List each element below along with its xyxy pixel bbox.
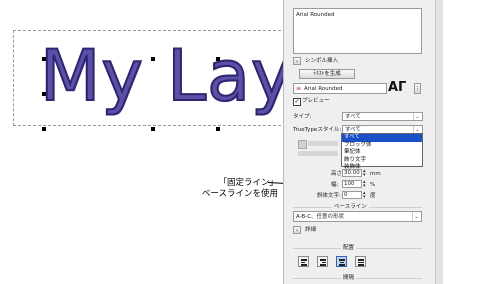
design-canvas[interactable]: My Lay 「固定ライン」 ベースラインを使用 [0,0,298,284]
width-label: 幅: [331,182,339,188]
width-input[interactable]: 100 [342,180,362,188]
chevron-left-icon[interactable]: ‹ [293,226,301,234]
spacing-header: 間隔 [341,275,357,282]
slant-label: 斜体文字: [317,193,341,199]
preview-checkbox[interactable]: ✓ [293,98,301,106]
chevron-down-icon: ⌄ [413,113,421,120]
align-justify-button[interactable] [355,256,366,267]
selection-handle[interactable] [216,57,220,61]
slant-input[interactable]: 0 [342,191,362,199]
callout-line-1: 「固定ライン」 [218,178,278,188]
selection-handle[interactable] [42,127,46,131]
dropdown-option[interactable]: 筆記体 [342,149,422,157]
truetype-style-dropdown-list[interactable]: すべて ブロック体 筆記体 飾り文字 装飾体 [341,133,423,170]
type-label: タイプ: [293,114,312,120]
disabled-label [298,151,338,156]
chevron-down-icon: ⌄ [413,126,421,133]
chevron-down-icon: ⌄ [412,212,420,221]
lettering-text-area[interactable]: Arial Rounded [293,8,422,54]
align-header: 配置 [341,245,357,252]
slant-unit: 度 [370,193,376,199]
dropdown-option[interactable]: 飾り文字 [342,157,422,165]
dropdown-option[interactable]: ブロック体 [342,142,422,150]
font-preview: AΓ [388,80,407,95]
disabled-button [298,140,307,149]
baseline-dropdown[interactable]: A-B-C、任意の形状 ⌄ [293,211,422,222]
text-area-value: Arial Rounded [296,12,335,18]
font-name: Arial Rounded [304,86,343,92]
width-stepper[interactable]: ▴ ▾ [363,180,366,189]
divider [293,278,422,279]
selection-handle[interactable] [42,92,46,96]
slant-stepper[interactable]: ▴ ▾ [363,191,366,200]
height-unit: mm [370,171,381,177]
dropdown-option[interactable]: 装飾体 [342,164,422,172]
advanced-label[interactable]: 詳細 [305,227,316,234]
chevron-left-icon[interactable]: ‹ [293,57,301,65]
width-unit: % [370,182,376,188]
slant-value: 0 [344,192,348,198]
width-value: 100 [344,181,355,187]
truetype-style-label: TrueTypeスタイル: [293,127,342,133]
preview-label: プレビュー [302,98,330,104]
font-selector[interactable]: ≡ Arial Rounded [293,83,387,94]
baseline-value: A-B-C、任意の形状 [296,214,345,220]
insert-symbol-label[interactable]: シンボル挿入 [305,58,338,65]
blank-margin [443,0,485,284]
selection-handle[interactable] [42,57,46,61]
baseline-callout: 「固定ライン」 ベースラインを使用 [158,178,278,200]
selection-handle[interactable] [151,57,155,61]
align-right-button[interactable] [317,256,328,267]
callout-line-2: ベースラインを使用 [201,189,278,199]
divider [293,248,422,249]
align-left-button[interactable] [298,256,309,267]
selection-handle[interactable] [216,127,220,131]
truetype-font-icon: ≡ [296,85,302,92]
font-options-button[interactable]: ⋮ [414,83,421,94]
selection-handle[interactable] [151,127,155,131]
type-value: すべて [345,114,361,120]
embroidery-lettering[interactable]: My Lay [39,28,293,124]
dropdown-option[interactable]: すべて [342,134,422,142]
disabled-label [308,141,338,146]
generate-text-button[interactable]: ﾃｷｽﾄを生成 [299,69,355,79]
align-center-button[interactable] [336,256,347,267]
baseline-header: ベースライン [332,204,369,211]
type-dropdown[interactable]: すべて ⌄ [342,112,423,121]
